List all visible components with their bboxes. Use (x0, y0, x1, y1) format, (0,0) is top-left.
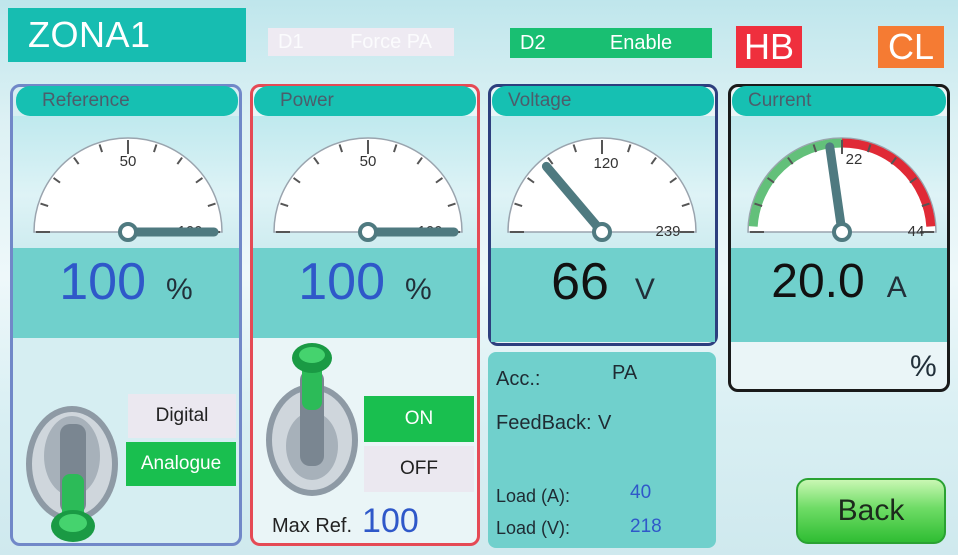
d2-tag: D2 (520, 32, 546, 54)
d2-enable-indicator: D2 Enable (510, 28, 712, 58)
load-v-label: Load (V): (496, 518, 571, 538)
voltage-gauge: 120 239 (507, 137, 697, 242)
reference-unit: % (166, 273, 193, 306)
needle-hub (358, 222, 378, 242)
voltage-scale-mid: 120 (593, 155, 618, 172)
d1-force-pa-indicator: D1 Force PA (268, 28, 454, 56)
current-scale-mid: 22 (846, 151, 863, 168)
load-a-value: 40 (630, 482, 652, 503)
reference-scale-mid: 50 (120, 153, 137, 170)
current-panel-title: Current (732, 86, 946, 116)
d1-text: Force PA (350, 31, 432, 53)
hb-alarm-indicator: HB (736, 26, 802, 68)
needle-hub (118, 222, 138, 242)
reference-gauge: 50 100 (33, 137, 223, 242)
cl-alarm-indicator: CL (878, 26, 944, 68)
acc-value: PA (612, 362, 638, 384)
back-button[interactable]: Back (796, 478, 946, 544)
power-unit: % (405, 273, 432, 306)
current-unit: A (886, 271, 907, 304)
max-ref: Max Ref. 100 (272, 502, 472, 542)
feedback-value: V (598, 412, 612, 434)
d2-text: Enable (609, 32, 673, 54)
max-ref-label: Max Ref. (272, 515, 353, 537)
power-panel-title: Power (254, 86, 476, 116)
d1-tag: D1 (278, 31, 304, 53)
power-on-option[interactable]: ON (364, 396, 474, 442)
reference-mode-switch[interactable] (20, 384, 130, 544)
feedback-label: FeedBack: (496, 412, 592, 434)
power-value: 100 (298, 253, 386, 311)
zone-title: ZONA1 (8, 8, 246, 62)
current-value: 20.0 (771, 255, 865, 308)
voltage-value: 66 (551, 253, 609, 311)
reference-panel-title: Reference (16, 86, 238, 116)
current-scale-max: 44 (908, 223, 925, 240)
analogue-option[interactable]: Analogue (126, 442, 236, 486)
power-scale-mid: 50 (360, 153, 377, 170)
load-v-value: 218 (630, 516, 662, 537)
voltage-panel-title: Voltage (492, 86, 714, 116)
power-off-option[interactable]: OFF (364, 446, 474, 492)
max-ref-value[interactable]: 100 (362, 502, 419, 541)
power-on-off-switch[interactable] (256, 340, 366, 500)
current-percent-symbol: % (910, 350, 937, 383)
reference-value: 100 (59, 253, 147, 311)
power-gauge: 50 100 (273, 137, 463, 242)
current-gauge: 22 44 (747, 137, 937, 242)
load-a-label: Load (A): (496, 486, 571, 506)
voltage-scale-max: 239 (655, 223, 680, 240)
needle-hub (592, 222, 612, 242)
digital-option[interactable]: Digital (128, 394, 236, 438)
acc-label: Acc.: (496, 368, 541, 390)
voltage-unit: V (634, 273, 655, 306)
needle-hub (832, 222, 852, 242)
